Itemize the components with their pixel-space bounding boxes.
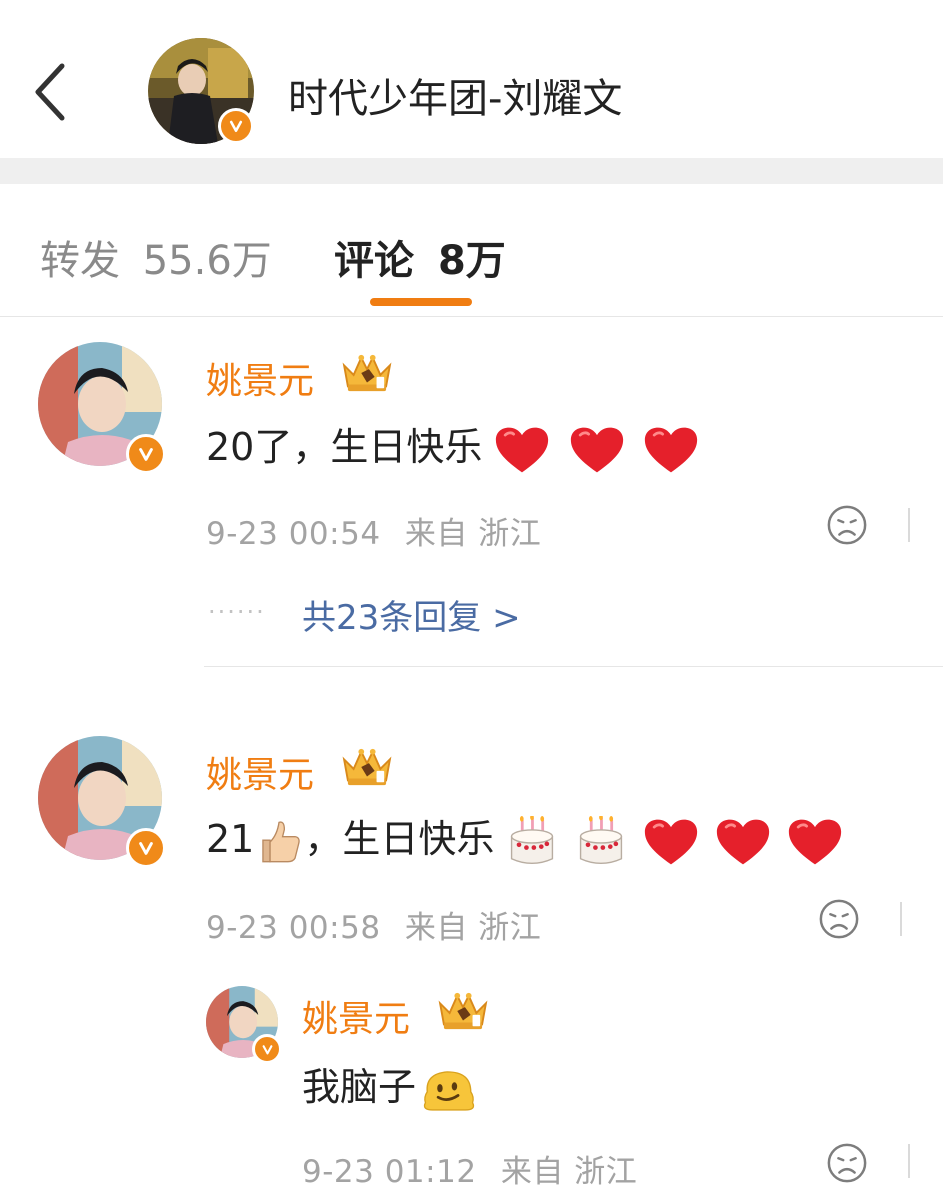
- reply-username[interactable]: 姚景元: [302, 990, 410, 1042]
- comment-text-body: 20了，生日快乐: [206, 425, 483, 469]
- crown-badge-icon[interactable]: [436, 990, 490, 1032]
- comment-source: 来自 浙江: [404, 516, 542, 552]
- tab-count: 55.6万: [142, 238, 272, 284]
- comment-meta: 9-23 00:54 来自 浙江: [206, 508, 541, 553]
- reply-meta: 9-23 01:12 来自 浙江: [302, 1146, 637, 1191]
- crown-badge-icon[interactable]: [340, 746, 394, 788]
- reply-time: 9-23 01:12: [302, 1154, 477, 1190]
- sad-face-icon[interactable]: [826, 1142, 868, 1184]
- comment-text-prefix: 21: [206, 817, 255, 861]
- cake-icon: [506, 816, 558, 868]
- crown-badge-icon[interactable]: [340, 352, 394, 394]
- top-nav-bar: 时代少年团-刘耀文: [0, 0, 943, 158]
- verified-v-icon: [126, 828, 166, 868]
- verified-v-icon: [126, 434, 166, 474]
- reply-text-body: 我脑子: [302, 1065, 417, 1109]
- reply-text: 我脑子: [302, 1056, 478, 1114]
- comment-username[interactable]: 姚景元: [206, 352, 314, 404]
- comment-username[interactable]: 姚景元: [206, 746, 314, 798]
- comment-text: 20了，生日快乐: [206, 416, 699, 475]
- comment-text-body: ，生日快乐: [304, 817, 495, 861]
- tab-count: 8万: [437, 238, 506, 284]
- heart-icon: [494, 425, 550, 475]
- reply-dots: ······: [208, 598, 266, 626]
- divider-line: [908, 1144, 910, 1178]
- reply-item: 姚景元 我脑子 9-23 01:12 来自 浙江: [0, 976, 943, 1196]
- comment-separator: [204, 666, 943, 667]
- heart-icon: [715, 817, 771, 867]
- view-replies-link[interactable]: 共23条回复 >: [302, 590, 521, 639]
- reply-source: 来自 浙江: [500, 1154, 638, 1190]
- tab-repost[interactable]: 转发 55.6万: [40, 228, 272, 286]
- tab-comments[interactable]: 评论 8万: [334, 228, 506, 286]
- comment-time: 9-23 00:54: [206, 516, 381, 552]
- section-divider: [0, 158, 943, 184]
- heart-icon: [643, 817, 699, 867]
- verified-v-icon: [252, 1034, 282, 1064]
- comment-time: 9-23 00:58: [206, 910, 381, 946]
- page-title: 时代少年团-刘耀文: [288, 76, 623, 122]
- tab-label: 评论: [334, 238, 414, 284]
- comment-item: 姚景元 20了，生日快乐 9-23 00:54 来自 浙江 ······ 共23…: [0, 318, 943, 668]
- divider-line: [908, 508, 910, 542]
- comment-text: 21 ，生日快乐: [206, 808, 843, 868]
- tab-bar: 转发 55.6万 评论 8万: [0, 184, 943, 317]
- melting-face-icon: [420, 1066, 478, 1114]
- sad-face-icon[interactable]: [826, 504, 868, 546]
- heart-icon: [643, 425, 699, 475]
- thumbs-up-icon: [254, 817, 304, 867]
- chevron-left-icon[interactable]: [30, 62, 70, 122]
- comment-item: 姚景元 21 ，生日快乐 9-23 00:58 来自 浙江: [0, 712, 943, 962]
- comment-source: 来自 浙江: [404, 910, 542, 946]
- active-tab-indicator: [370, 298, 472, 306]
- tab-label: 转发: [40, 238, 120, 284]
- comment-meta: 9-23 00:58 来自 浙江: [206, 902, 541, 947]
- verified-v-icon: [218, 108, 254, 144]
- sad-face-icon[interactable]: [818, 898, 860, 940]
- heart-icon: [787, 817, 843, 867]
- cake-icon: [575, 816, 627, 868]
- header-avatar[interactable]: [148, 38, 254, 144]
- heart-icon: [569, 425, 625, 475]
- divider-line: [900, 902, 902, 936]
